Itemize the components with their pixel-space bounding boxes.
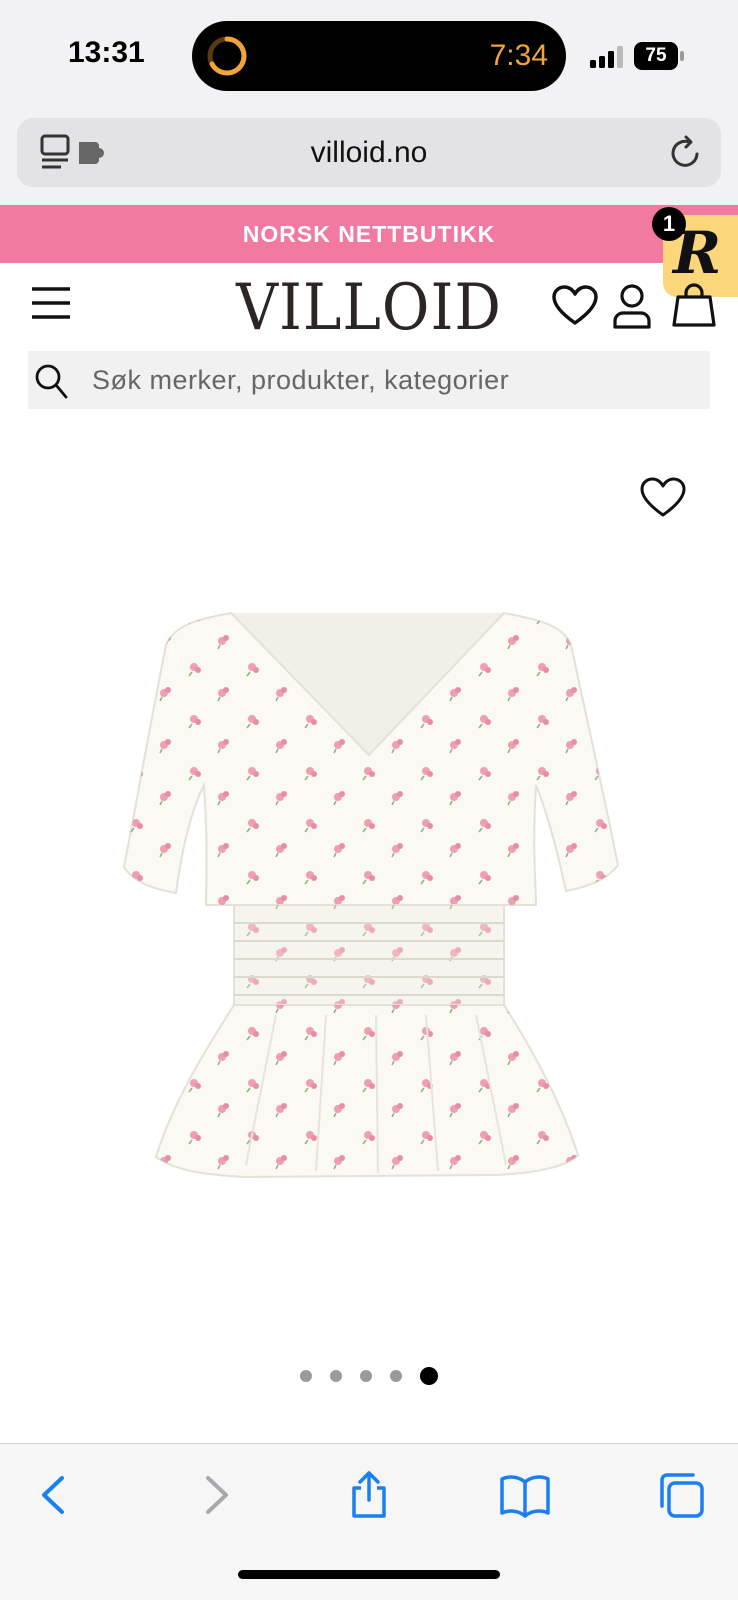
tabs-overview-icon[interactable]	[656, 1470, 706, 1520]
web-page: NORSK NETTBUTIKK R 1 VILLOID Søk merker,…	[0, 205, 738, 1443]
activity-timer: 7:34	[489, 39, 548, 72]
home-indicator	[238, 1570, 500, 1579]
gallery-dot[interactable]	[330, 1370, 342, 1382]
back-icon[interactable]	[30, 1470, 80, 1520]
search-icon	[35, 364, 68, 399]
gallery-dot[interactable]	[360, 1370, 372, 1382]
dynamic-island[interactable]: 7:34	[192, 21, 566, 91]
forward-icon[interactable]	[190, 1470, 240, 1520]
share-icon[interactable]	[344, 1470, 394, 1520]
gallery-dot-active[interactable]	[420, 1367, 438, 1385]
gallery-dot[interactable]	[390, 1370, 402, 1382]
status-time: 13:31	[68, 36, 145, 69]
battery-percent: 75	[645, 45, 667, 66]
bookmarks-icon[interactable]	[500, 1470, 550, 1520]
gallery-pagination	[0, 1367, 738, 1385]
status-bar: 13:31 7:34 75	[0, 0, 738, 112]
battery-icon: 75	[634, 42, 684, 70]
search-bar[interactable]: Søk merker, produkter, kategorier	[28, 351, 710, 409]
user-icon[interactable]	[612, 283, 652, 329]
url-text[interactable]: villoid.no	[17, 136, 721, 170]
promo-banner: NORSK NETTBUTIKK	[0, 205, 738, 263]
notification-count: 1	[652, 207, 686, 241]
wishlist-heart-icon[interactable]	[552, 285, 598, 327]
reload-icon[interactable]	[667, 134, 705, 172]
timer-ring-icon	[207, 36, 247, 76]
product-image[interactable]	[66, 605, 672, 1205]
address-bar[interactable]: villoid.no	[17, 118, 721, 187]
gallery-dot[interactable]	[300, 1370, 312, 1382]
favorite-heart-icon[interactable]	[640, 477, 686, 519]
search-input[interactable]: Søk merker, produkter, kategorier	[92, 365, 509, 396]
bag-icon[interactable]	[672, 283, 716, 327]
signal-icon	[590, 46, 623, 68]
